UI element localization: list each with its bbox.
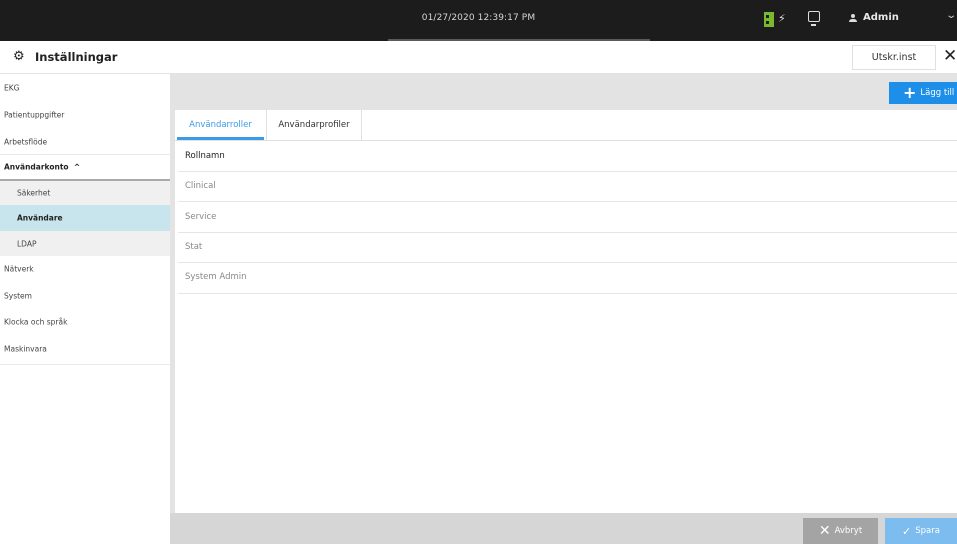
add-button-label: Lägg till	[920, 88, 955, 98]
divider	[178, 232, 957, 233]
monitor-icon[interactable]	[808, 11, 820, 26]
sidebar-item-maskinvara[interactable]: Maskinvara	[0, 335, 170, 363]
divider	[178, 293, 957, 294]
sidebar-item-patientuppgifter[interactable]: Patientuppgifter	[0, 101, 170, 128]
chevron-up-icon: ^	[73, 162, 81, 172]
tab-anvandarprofiler[interactable]: Användarprofiler	[266, 110, 362, 140]
sidebar-item-sakerhet[interactable]: Säkerhet	[0, 181, 170, 205]
divider	[178, 171, 957, 172]
table-row[interactable]: System Admin	[185, 272, 247, 282]
sidebar-item-label: Arbetsflöde	[4, 137, 48, 146]
save-button[interactable]: ✓ Spara	[885, 518, 957, 544]
chevron-down-icon[interactable]: ⌄	[945, 10, 957, 21]
sidebar-item-arbetsflode[interactable]: Arbetsflöde	[0, 128, 170, 155]
sidebar-item-natverk[interactable]: Nätverk	[0, 256, 170, 282]
print-settings-button[interactable]: Utskr.inst	[852, 45, 936, 70]
close-icon: ✕	[818, 523, 831, 539]
user-icon	[849, 14, 857, 23]
sidebar-item-klocka-och-sprak[interactable]: Klocka och språk	[0, 309, 170, 335]
divider	[178, 201, 957, 202]
cancel-button[interactable]: ✕ Avbryt	[803, 518, 878, 544]
column-header-rollnamn[interactable]: Rollnamn	[185, 151, 225, 161]
sidebar-item-anvandarkonto[interactable]: Användarkonto ^	[0, 155, 170, 179]
sidebar-item-ekg[interactable]: EKG	[0, 74, 170, 101]
sidebar-item-label: Maskinvara	[4, 344, 47, 354]
sidebar-item-label: Användare	[17, 213, 63, 223]
tab-divider	[175, 140, 957, 141]
bolt-icon: ⚡	[778, 12, 786, 25]
settings-sidebar: EKG Patientuppgifter Arbetsflöde Använda…	[0, 74, 170, 544]
sidebar-item-label: Nätverk	[4, 264, 34, 274]
divider	[178, 262, 957, 263]
sidebar-item-label: EKG	[4, 83, 20, 92]
table-row[interactable]: Clinical	[185, 181, 216, 191]
add-button[interactable]: + Lägg till	[889, 82, 957, 104]
tab-label: Användarroller	[189, 120, 252, 130]
sidebar-item-label: Klocka och språk	[4, 317, 68, 327]
tab-label: Användarprofiler	[278, 120, 350, 130]
system-status-bar: 01/27/2020 12:39:17 PM ⚡ Admin ⌄	[0, 0, 957, 41]
page-title: Inställningar	[35, 50, 118, 64]
gear-icon: ⚙	[13, 49, 25, 64]
sidebar-item-anvandare[interactable]: Användare	[0, 205, 170, 231]
sidebar-item-label: System	[4, 291, 32, 300]
table-row[interactable]: Service	[185, 212, 216, 222]
sidebar-item-system[interactable]: System	[0, 282, 170, 309]
save-button-label: Spara	[915, 526, 940, 536]
table-row[interactable]: Stat	[185, 242, 202, 252]
plus-icon: +	[903, 83, 917, 102]
divider	[0, 364, 170, 365]
cancel-button-label: Avbryt	[834, 526, 863, 536]
sidebar-item-label: LDAP	[17, 239, 37, 248]
close-icon[interactable]: ✕	[943, 46, 957, 66]
checkmark-icon: ✓	[902, 524, 912, 538]
user-name[interactable]: Admin	[863, 12, 899, 23]
battery-icon	[764, 12, 774, 27]
sidebar-item-ldap[interactable]: LDAP	[0, 231, 170, 256]
tab-anvandarroller[interactable]: Användarroller	[175, 110, 266, 140]
sidebar-item-label: Säkerhet	[17, 188, 51, 198]
sidebar-item-label: Patientuppgifter	[4, 110, 65, 119]
page-header: ⚙ Inställningar Utskr.inst ✕	[0, 41, 957, 74]
sidebar-item-label: Användarkonto ^	[4, 162, 81, 172]
